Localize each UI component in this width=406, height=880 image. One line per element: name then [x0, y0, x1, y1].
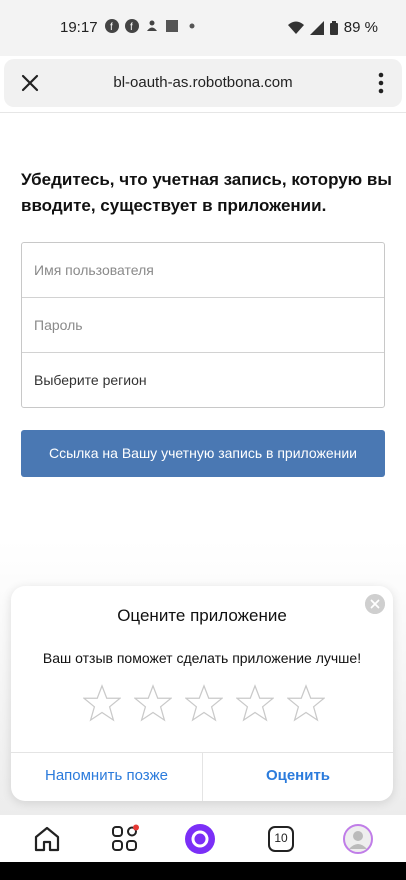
facebook-icon: f — [125, 19, 139, 33]
signal-icon — [309, 20, 324, 35]
battery-icon — [329, 20, 338, 35]
password-field[interactable]: Пароль — [22, 298, 384, 353]
services-icon[interactable] — [110, 824, 140, 854]
url-text: bl-oauth-as.robotbona.com — [113, 74, 293, 91]
rating-dialog: Оцените приложение Ваш отзыв поможет сде… — [11, 586, 393, 801]
dot-icon — [189, 23, 195, 29]
system-gesture-bar — [0, 862, 406, 880]
remind-later-button[interactable]: Напомнить позже — [11, 752, 202, 801]
bottom-navigation: 10 — [0, 814, 406, 863]
wifi-icon — [287, 21, 304, 34]
alice-icon[interactable] — [185, 824, 215, 854]
star-icon[interactable] — [185, 684, 223, 722]
svg-text:f: f — [110, 22, 113, 33]
star-icon[interactable] — [83, 684, 121, 722]
home-icon[interactable] — [32, 824, 62, 854]
star-icon[interactable] — [287, 684, 325, 722]
facebook-icon: f — [105, 19, 119, 33]
star-icon[interactable] — [236, 684, 274, 722]
rating-title: Оцените приложение — [117, 606, 287, 625]
status-notification-icons: f f — [105, 19, 199, 33]
more-vert-icon[interactable] — [378, 72, 384, 94]
url-bar: bl-oauth-as.robotbona.com — [4, 59, 402, 107]
square-icon — [166, 20, 178, 32]
star-icon[interactable] — [134, 684, 172, 722]
login-form: Имя пользователя Пароль Выберите регион — [21, 242, 385, 408]
rating-subtitle: Ваш отзыв поможет сделать приложение луч… — [42, 650, 362, 666]
profile-icon[interactable] — [343, 824, 373, 854]
svg-text:f: f — [130, 22, 133, 33]
status-time: 19:17 — [60, 19, 98, 36]
region-select[interactable]: Выберите регион — [22, 353, 384, 408]
link-account-button[interactable]: Ссылка на Вашу учетную запись в приложен… — [21, 430, 385, 477]
username-field[interactable]: Имя пользователя — [22, 243, 384, 298]
battery-percent: 89 % — [343, 19, 378, 36]
star-rating — [83, 684, 325, 722]
status-bar: 19:17 f f 89 % — [0, 0, 406, 56]
notification-icon — [147, 20, 157, 31]
page-heading: Убедитесь, что учетная запись, которую в… — [21, 170, 392, 215]
url-divider — [0, 112, 406, 113]
tabs-count: 10 — [274, 831, 288, 845]
tabs-button[interactable]: 10 — [266, 824, 296, 854]
status-right: 89 % — [287, 19, 378, 36]
rate-button[interactable]: Оценить — [203, 752, 393, 801]
